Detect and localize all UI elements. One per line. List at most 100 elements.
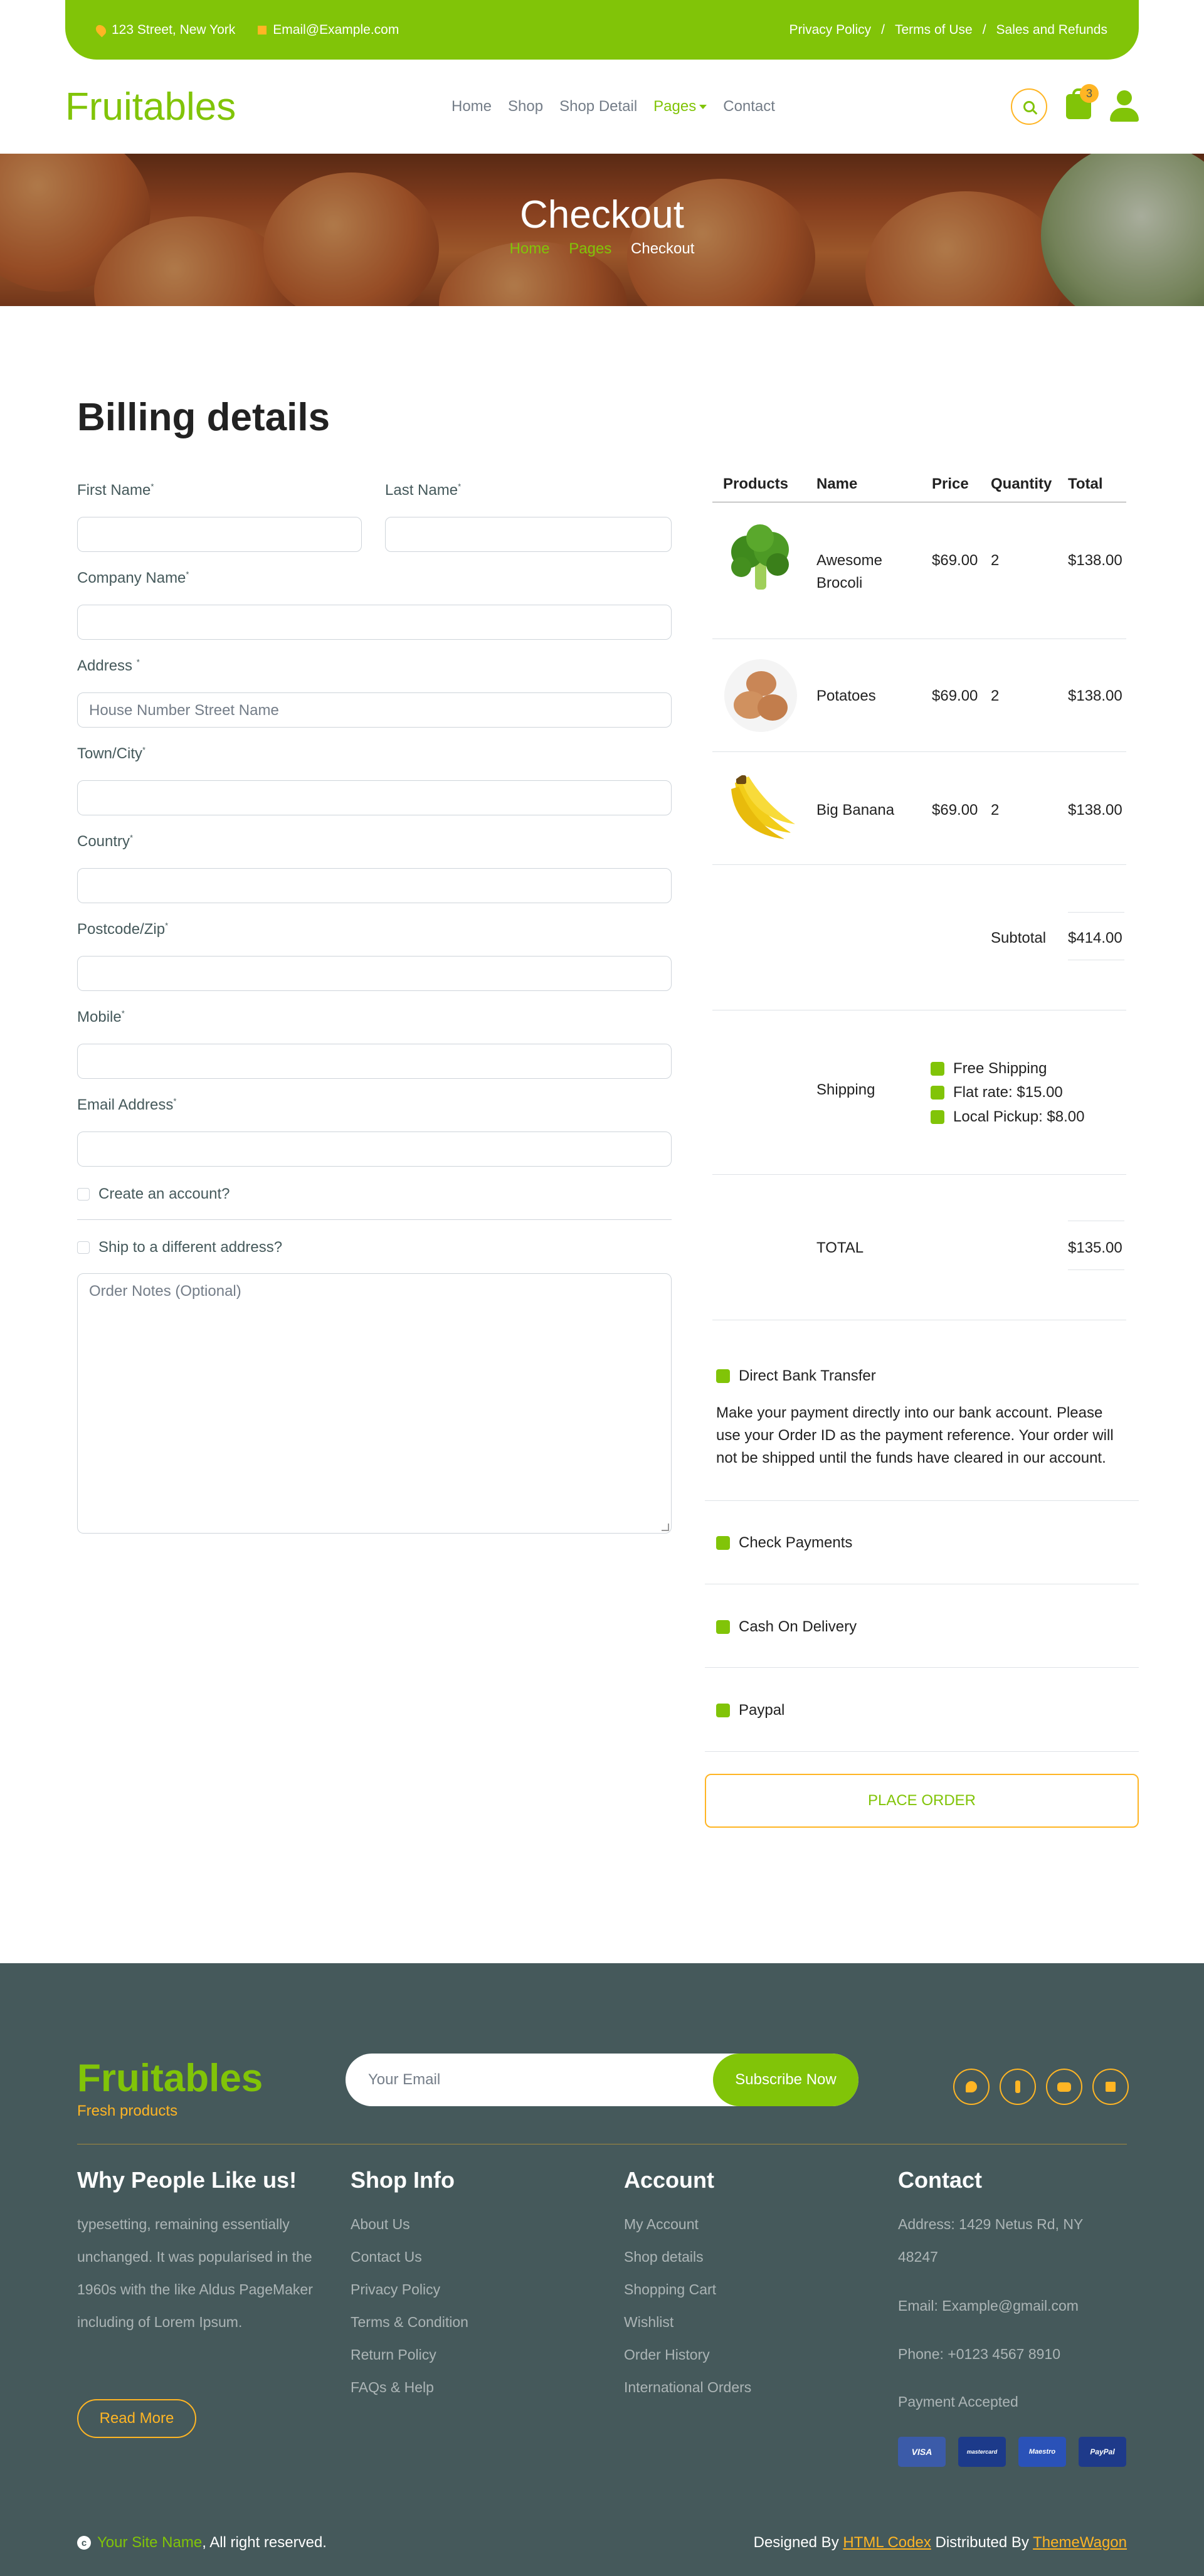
- required-mark: *: [173, 1096, 177, 1106]
- payment-label: Check Payments: [739, 1534, 853, 1551]
- nav-contact[interactable]: Contact: [723, 98, 775, 115]
- checkbox-checked-icon[interactable]: [716, 1704, 730, 1717]
- youtube-glyph: [1057, 2082, 1071, 2092]
- cart-button[interactable]: 3: [1066, 84, 1099, 119]
- search-button[interactable]: [1011, 88, 1047, 125]
- broccoli-image: [722, 521, 799, 597]
- create-account-checkbox[interactable]: [77, 1188, 90, 1201]
- terms-of-use-link[interactable]: Terms of Use: [895, 23, 973, 38]
- footer-link[interactable]: Return Policy: [351, 2338, 468, 2371]
- footer-link[interactable]: Wishlist: [624, 2306, 751, 2338]
- order-notes-textarea[interactable]: Order Notes (Optional): [77, 1273, 672, 1534]
- row-divider: [712, 1174, 1126, 1175]
- first-name-label: First Name*: [77, 482, 154, 499]
- country-input[interactable]: [77, 868, 672, 903]
- last-name-input[interactable]: [385, 517, 672, 552]
- twitter-icon[interactable]: [953, 2069, 990, 2105]
- footer-link[interactable]: About Us: [351, 2208, 468, 2240]
- site-name-link[interactable]: Your Site Name: [97, 2534, 202, 2551]
- linkedin-icon[interactable]: [1092, 2069, 1129, 2105]
- checkbox-checked-icon[interactable]: [716, 1536, 730, 1550]
- create-account-row: Create an account?: [77, 1185, 230, 1203]
- footer-link[interactable]: Privacy Policy: [351, 2273, 468, 2306]
- facebook-icon[interactable]: [1000, 2069, 1036, 2105]
- cart-count-badge: 3: [1080, 84, 1099, 103]
- town-city-input[interactable]: [77, 780, 672, 815]
- read-more-button[interactable]: Read More: [77, 2399, 196, 2438]
- required-mark: *: [165, 921, 169, 930]
- ship-different-label[interactable]: Ship to a different address?: [98, 1239, 282, 1256]
- nav-home[interactable]: Home: [452, 98, 492, 115]
- email-address-input[interactable]: [77, 1132, 672, 1167]
- place-order-button[interactable]: PLACE ORDER: [705, 1774, 1139, 1828]
- footer-link[interactable]: Order History: [624, 2338, 751, 2371]
- postcode-input[interactable]: [77, 956, 672, 991]
- payment-cards: VISA mastercard Maestro PayPal: [898, 2437, 1126, 2467]
- page-title: Checkout: [520, 193, 684, 236]
- nav-shop[interactable]: Shop: [508, 98, 543, 115]
- footer-link[interactable]: Contact Us: [351, 2240, 468, 2273]
- footer-link[interactable]: Shop details: [624, 2240, 751, 2273]
- themewagon-link[interactable]: ThemeWagon: [1033, 2534, 1127, 2551]
- shipping-option-free[interactable]: Free Shipping: [931, 1060, 1047, 1078]
- footer-link[interactable]: My Account: [624, 2208, 751, 2240]
- envelope-icon: [258, 25, 267, 34]
- mobile-input[interactable]: [77, 1044, 672, 1079]
- checkbox-checked-icon[interactable]: [716, 1620, 730, 1634]
- payment-bank-transfer[interactable]: Direct Bank Transfer: [716, 1367, 876, 1385]
- resize-handle-icon[interactable]: [662, 1524, 669, 1531]
- linkedin-glyph: [1106, 2082, 1116, 2092]
- chevron-down-icon: [699, 105, 707, 110]
- distributed-by-text: Distributed By: [935, 2534, 1029, 2551]
- sales-refunds-link[interactable]: Sales and Refunds: [996, 23, 1107, 38]
- row-divider: [712, 751, 1126, 752]
- newsletter-email-input[interactable]: Your Email: [368, 2071, 440, 2089]
- shipping-option-pickup[interactable]: Local Pickup: $8.00: [931, 1108, 1084, 1126]
- label-text: Country: [77, 833, 130, 850]
- why-text: typesetting, remaining essentially uncha…: [77, 2216, 313, 2330]
- create-account-label[interactable]: Create an account?: [98, 1185, 230, 1203]
- email-info: Email@Example.com: [258, 23, 399, 38]
- footer-link[interactable]: International Orders: [624, 2371, 751, 2404]
- nav-pages-dropdown[interactable]: Pages: [653, 98, 707, 115]
- payment-check[interactable]: Check Payments: [716, 1534, 852, 1552]
- nav-icons: 3: [1011, 84, 1139, 125]
- breadcrumb-pages[interactable]: Pages: [569, 240, 611, 257]
- footer-logo[interactable]: Fruitables: [77, 2056, 263, 2101]
- payment-paypal[interactable]: Paypal: [716, 1702, 784, 1719]
- first-name-input[interactable]: [77, 517, 362, 552]
- site-logo[interactable]: Fruitables: [65, 85, 236, 129]
- total-bottom-line: [1068, 1269, 1124, 1270]
- checkbox-checked-icon[interactable]: [931, 1086, 944, 1100]
- contact-heading: Contact: [898, 2167, 982, 2193]
- company-name-input[interactable]: [77, 605, 672, 640]
- separator: /: [982, 22, 986, 37]
- label-text: Address: [77, 657, 133, 674]
- footer-link[interactable]: Shopping Cart: [624, 2273, 751, 2306]
- total-value: $135.00: [1068, 1239, 1122, 1256]
- paypal-card-icon: PayPal: [1079, 2437, 1126, 2467]
- html-codex-link[interactable]: HTML Codex: [843, 2534, 931, 2551]
- product-total: $138.00: [1068, 802, 1122, 819]
- nav-shop-detail[interactable]: Shop Detail: [559, 98, 637, 115]
- footer-link[interactable]: Terms & Condition: [351, 2306, 468, 2338]
- youtube-icon[interactable]: [1046, 2069, 1082, 2105]
- product-name: Potatoes: [816, 687, 876, 704]
- privacy-policy-link[interactable]: Privacy Policy: [789, 23, 871, 38]
- address-input[interactable]: House Number Street Name: [77, 692, 672, 728]
- divider: [77, 1219, 672, 1220]
- checkbox-checked-icon[interactable]: [716, 1369, 730, 1383]
- shipping-option-flat[interactable]: Flat rate: $15.00: [931, 1084, 1063, 1101]
- footer-link[interactable]: FAQs & Help: [351, 2371, 468, 2404]
- country-label: Country*: [77, 833, 133, 851]
- shipping-option-label: Flat rate: $15.00: [953, 1084, 1063, 1101]
- checkbox-checked-icon[interactable]: [931, 1110, 944, 1124]
- ship-different-checkbox[interactable]: [77, 1241, 90, 1254]
- product-price: $69.00: [932, 687, 978, 704]
- subscribe-button[interactable]: Subscribe Now: [713, 2054, 858, 2106]
- user-account-icon[interactable]: [1110, 90, 1139, 123]
- breadcrumb-home[interactable]: Home: [510, 240, 550, 257]
- payment-cod[interactable]: Cash On Delivery: [716, 1618, 857, 1636]
- required-mark: *: [150, 482, 154, 491]
- checkbox-checked-icon[interactable]: [931, 1062, 944, 1076]
